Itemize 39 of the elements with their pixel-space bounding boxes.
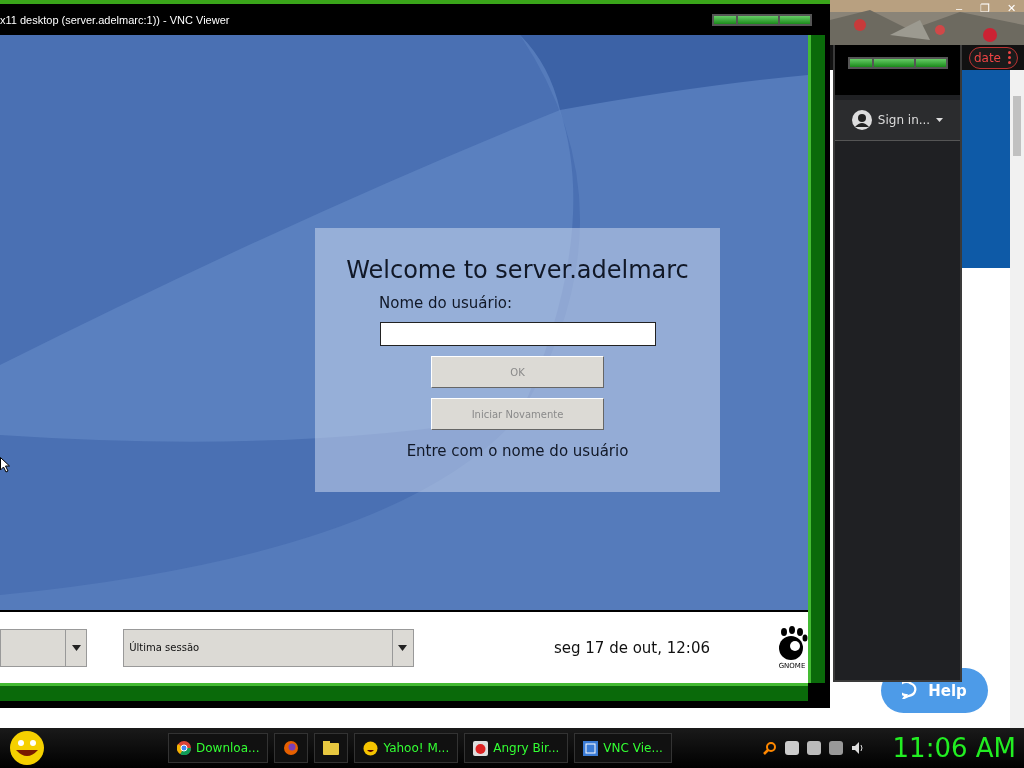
taskbar-clock: 11:06 AM <box>892 733 1016 763</box>
username-field[interactable] <box>379 322 656 346</box>
hint-text: Entre com o nome do usuário <box>406 442 629 460</box>
window-control[interactable]: ❐ <box>972 0 998 16</box>
clock: seg 17 de out, 12:06 <box>553 638 710 657</box>
scrollbar[interactable] <box>1010 70 1024 728</box>
caret-icon <box>398 644 408 651</box>
start-smiley-icon[interactable] <box>8 730 46 766</box>
scrollbar[interactable] <box>808 35 825 683</box>
dialog-title: Welcome to server.adelmarc <box>346 256 689 284</box>
search-icon[interactable] <box>762 741 777 755</box>
window-control[interactable]: ✕ <box>998 0 1024 16</box>
window-control[interactable]: – <box>946 0 972 16</box>
taskbar-item[interactable] <box>314 733 349 763</box>
user-avatar-icon <box>851 110 872 130</box>
smiley-icon <box>363 740 379 756</box>
taskbar-item[interactable]: VNC Vie... <box>574 733 672 763</box>
more-icon <box>1008 51 1011 64</box>
scrollbar[interactable] <box>0 683 808 701</box>
taskbar-item[interactable] <box>274 733 309 763</box>
update-button[interactable]: date <box>968 46 1018 69</box>
sign-in-link[interactable]: Sign in... <box>877 113 931 127</box>
vnc-icon <box>583 740 599 756</box>
window-buttons[interactable] <box>712 13 812 26</box>
window-title: x11 desktop (server.adelmarc:1)) - VNC Viewer <box>0 13 230 26</box>
taskbar-item[interactable]: Downloa... <box>168 733 269 763</box>
folder-icon <box>323 741 340 755</box>
caret-icon[interactable] <box>936 118 944 122</box>
volume-icon[interactable] <box>850 741 865 755</box>
caret-icon <box>71 644 81 651</box>
bird-icon <box>473 740 489 756</box>
cursor-icon <box>0 457 10 473</box>
field-label: Nome do usuário: <box>379 294 513 312</box>
taskbar-item[interactable]: Yahoo! M... <box>354 733 459 763</box>
taskbar-item[interactable]: Angry Bir... <box>464 733 569 763</box>
chrome-icon <box>177 741 191 755</box>
firefox-icon <box>283 740 300 756</box>
dropdown[interactable] <box>0 628 88 667</box>
session-dropdown[interactable]: Última sessão <box>123 628 414 667</box>
